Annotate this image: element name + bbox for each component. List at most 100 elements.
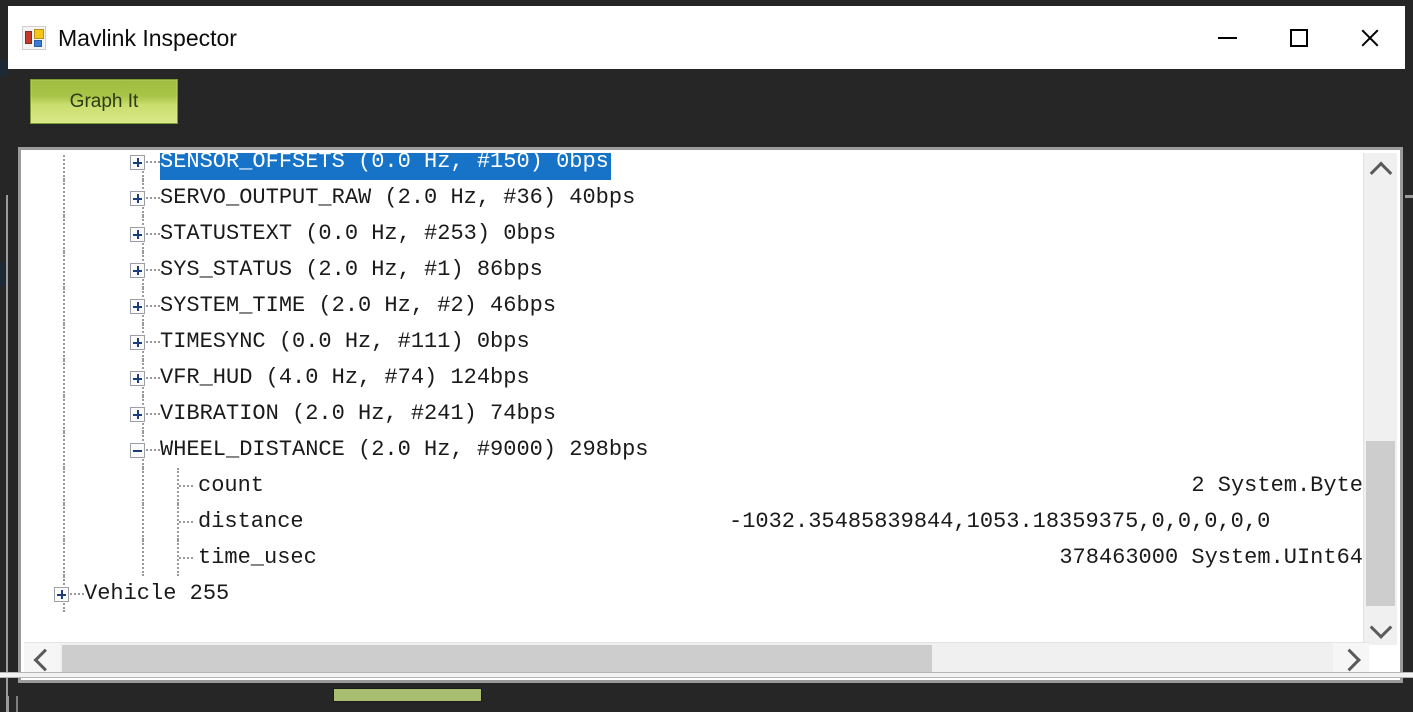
tree-node-label[interactable]: SENSOR_OFFSETS (0.0 Hz, #150) 0bps xyxy=(160,153,611,180)
maximize-button[interactable] xyxy=(1263,7,1334,69)
tree-node-label[interactable]: SYS_STATUS (2.0 Hz, #1) 86bps xyxy=(160,252,543,288)
icon-red-block xyxy=(25,31,32,44)
expand-node-icon[interactable] xyxy=(130,407,145,422)
tree-guide-line xyxy=(63,504,65,540)
window-controls xyxy=(1192,7,1405,69)
tree-node-label[interactable]: Vehicle 255 xyxy=(84,576,229,612)
tree-rows-container: SENSOR_OFFSETS (0.0 Hz, #150) 0bps SERVO_… xyxy=(24,153,1369,612)
tree-row[interactable]: VIBRATION (2.0 Hz, #241) 74bps xyxy=(24,396,1369,432)
tree-guide-line xyxy=(63,468,65,504)
background-window-separator xyxy=(0,672,1413,678)
tree-row-inner: SERVO_OUTPUT_RAW (2.0 Hz, #36) 40bps xyxy=(24,180,1369,216)
tree-node-label[interactable]: STATUSTEXT (0.0 Hz, #253) 0bps xyxy=(160,216,556,252)
mavlink-inspector-window: Mavlink Inspector Graph It SENSOR_OFFSET… xyxy=(8,6,1405,696)
vertical-scrollbar-thumb[interactable] xyxy=(1366,441,1395,606)
form-designer-icon xyxy=(22,26,46,50)
expand-node-icon[interactable] xyxy=(130,371,145,386)
tree-guide-line xyxy=(63,180,65,216)
tree-row-inner: TIMESYNC (0.0 Hz, #111) 0bps xyxy=(24,324,1369,360)
tree-row[interactable]: time_usec 378463000 System.UInt64 xyxy=(24,540,1369,576)
scroll-down-button[interactable] xyxy=(1364,612,1397,645)
tree-elbow-line xyxy=(146,377,160,379)
tree-row-inner: count 2 System.Byte xyxy=(24,468,1369,504)
tree-row[interactable]: SYS_STATUS (2.0 Hz, #1) 86bps xyxy=(24,252,1369,288)
tree-row-inner: STATUSTEXT (0.0 Hz, #253) 0bps xyxy=(24,216,1369,252)
title-bar: Mavlink Inspector xyxy=(8,6,1405,69)
tree-elbow-line xyxy=(179,485,193,487)
expand-node-icon[interactable] xyxy=(130,227,145,242)
expand-node-icon[interactable] xyxy=(130,263,145,278)
expand-node-icon[interactable] xyxy=(130,155,145,170)
tree-node-label[interactable]: WHEEL_DISTANCE (2.0 Hz, #9000) 298bps xyxy=(160,432,648,468)
tree-elbow-line xyxy=(70,593,84,595)
tree-row[interactable]: distance -1032.35485839844,1053.18359375,… xyxy=(24,504,1369,540)
tree-row[interactable]: STATUSTEXT (0.0 Hz, #253) 0bps xyxy=(24,216,1369,252)
vertical-scrollbar[interactable] xyxy=(1363,153,1397,645)
tree-node-label[interactable]: TIMESYNC (0.0 Hz, #111) 0bps xyxy=(160,324,530,360)
tree-row-inner: distance -1032.35485839844,1053.18359375,… xyxy=(24,504,1369,540)
tree-guide-line xyxy=(63,153,65,180)
icon-blue-block xyxy=(34,40,42,47)
scroll-up-button[interactable] xyxy=(1364,153,1397,186)
tree-row[interactable]: VFR_HUD (4.0 Hz, #74) 124bps xyxy=(24,360,1369,396)
tree-node-label[interactable]: count xyxy=(198,468,264,504)
tree-elbow-line xyxy=(146,269,160,271)
collapse-node-icon[interactable] xyxy=(130,443,145,458)
window-bottom-strip xyxy=(8,683,1405,696)
tree-guide-line xyxy=(63,540,65,576)
tree-row[interactable]: Vehicle 255 xyxy=(24,576,1369,612)
expand-node-icon[interactable] xyxy=(130,335,145,350)
tree-elbow-line xyxy=(146,161,160,163)
chevron-right-icon xyxy=(1338,648,1361,672)
tree-row[interactable]: SYSTEM_TIME (2.0 Hz, #2) 46bps xyxy=(24,288,1369,324)
tree-elbow-line xyxy=(146,449,160,451)
tree-elbow-line xyxy=(146,233,160,235)
tree-elbow-line xyxy=(146,341,160,343)
tree-node-label[interactable]: VFR_HUD (4.0 Hz, #74) 124bps xyxy=(160,360,530,396)
chevron-up-icon xyxy=(1369,161,1392,184)
tree-row-inner: WHEEL_DISTANCE (2.0 Hz, #9000) 298bps xyxy=(24,432,1369,468)
tree-guide-line xyxy=(63,216,65,252)
tree-row[interactable]: TIMESYNC (0.0 Hz, #111) 0bps xyxy=(24,324,1369,360)
graph-it-button[interactable]: Graph It xyxy=(30,79,178,124)
tree-node-label[interactable]: distance xyxy=(198,504,304,540)
mavlink-tree-panel: SENSOR_OFFSETS (0.0 Hz, #150) 0bps SERVO_… xyxy=(18,147,1403,683)
background-window-artifact-top xyxy=(0,60,7,76)
horizontal-scrollbar-thumb[interactable] xyxy=(62,645,932,675)
tree-elbow-line xyxy=(146,305,160,307)
tree-row-inner: SENSOR_OFFSETS (0.0 Hz, #150) 0bps xyxy=(24,153,1369,180)
mavlink-tree-view[interactable]: SENSOR_OFFSETS (0.0 Hz, #150) 0bps SERVO_… xyxy=(24,153,1369,645)
tree-guide-line xyxy=(142,468,144,504)
tree-elbow-line xyxy=(179,521,193,523)
chevron-down-icon xyxy=(1369,615,1392,639)
tree-elbow-line xyxy=(146,197,160,199)
tree-row[interactable]: count 2 System.Byte xyxy=(24,468,1369,504)
tree-node-label[interactable]: SERVO_OUTPUT_RAW (2.0 Hz, #36) 40bps xyxy=(160,180,635,216)
tree-row[interactable]: WHEEL_DISTANCE (2.0 Hz, #9000) 298bps xyxy=(24,432,1369,468)
tree-guide-line xyxy=(142,540,144,576)
background-green-button[interactable] xyxy=(333,688,482,702)
chevron-left-icon xyxy=(33,648,57,672)
tree-elbow-line xyxy=(146,413,160,415)
tree-guide-line xyxy=(63,432,65,468)
close-button[interactable] xyxy=(1334,7,1405,69)
toolbar: Graph It xyxy=(8,69,1405,147)
close-icon xyxy=(1359,27,1381,49)
tree-row-inner: SYS_STATUS (2.0 Hz, #1) 86bps xyxy=(24,252,1369,288)
expand-node-icon[interactable] xyxy=(130,191,145,206)
expand-node-icon[interactable] xyxy=(54,587,69,602)
expand-node-icon[interactable] xyxy=(130,299,145,314)
tree-row-inner: time_usec 378463000 System.UInt64 xyxy=(24,540,1369,576)
tree-guide-line xyxy=(63,252,65,288)
minimize-button[interactable] xyxy=(1192,7,1263,69)
tree-node-label[interactable]: VIBRATION (2.0 Hz, #241) 74bps xyxy=(160,396,556,432)
tree-node-label[interactable]: SYSTEM_TIME (2.0 Hz, #2) 46bps xyxy=(160,288,556,324)
tree-row[interactable]: SENSOR_OFFSETS (0.0 Hz, #150) 0bps xyxy=(24,153,1369,180)
tree-guide-line xyxy=(63,360,65,396)
tree-node-label[interactable]: time_usec xyxy=(198,540,317,576)
window-title: Mavlink Inspector xyxy=(58,24,237,51)
tree-node-value: 378463000 System.UInt64 xyxy=(1059,545,1363,570)
tree-elbow-line xyxy=(179,557,193,559)
tree-row[interactable]: SERVO_OUTPUT_RAW (2.0 Hz, #36) 40bps xyxy=(24,180,1369,216)
tree-node-value: 2 System.Byte xyxy=(1191,473,1363,498)
